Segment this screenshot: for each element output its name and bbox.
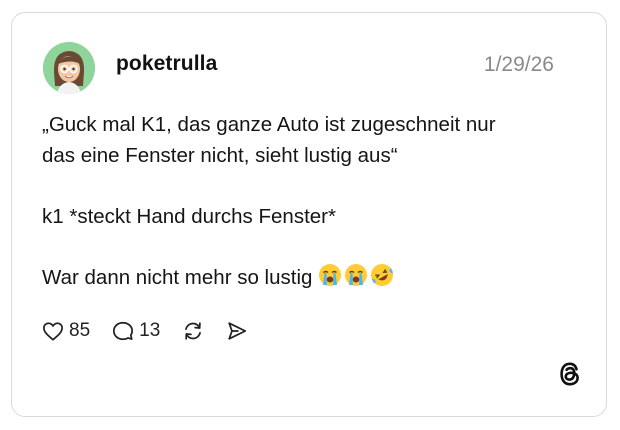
post-date: 1/29/26	[483, 53, 554, 76]
post-text-line: „Guck mal K1, das ganze Auto ist zugesch…	[42, 113, 496, 136]
send-icon	[228, 322, 247, 340]
threads-logo-icon	[558, 361, 582, 392]
post-card: poketrulla 1/29/26 „Guck mal K1, das gan…	[11, 12, 607, 417]
post-text-line: das eine Fenster nicht, sieht lustig aus…	[42, 144, 398, 167]
emoji-group	[318, 263, 396, 287]
post-text: „Guck mal K1, das ganze Auto ist zugesch…	[42, 109, 582, 293]
reply-count: 13	[139, 320, 161, 341]
username[interactable]: poketrulla	[116, 52, 217, 76]
reply-button[interactable]: 13	[112, 320, 160, 342]
action-bar: 85 13	[42, 316, 270, 346]
share-button[interactable]	[226, 320, 248, 342]
rolling-on-floor-laughing-icon	[371, 264, 394, 286]
loudly-crying-face-icon	[319, 264, 342, 286]
like-count: 85	[69, 320, 91, 341]
post-text-line-4: War dann nicht mehr so lustig	[42, 266, 313, 289]
repost-icon	[185, 322, 202, 340]
repost-button[interactable]	[182, 320, 204, 342]
post-text-line: k1 *steckt Hand durchs Fenster*	[42, 205, 336, 228]
like-button[interactable]: 85	[42, 320, 90, 342]
heart-icon	[43, 322, 63, 341]
memoji-avatar-icon	[43, 42, 95, 94]
speech-bubble-icon	[113, 321, 134, 341]
post-text-line: War dann nicht mehr so lustig	[42, 262, 582, 293]
avatar[interactable]	[43, 42, 95, 94]
loudly-crying-face-icon	[345, 264, 368, 286]
